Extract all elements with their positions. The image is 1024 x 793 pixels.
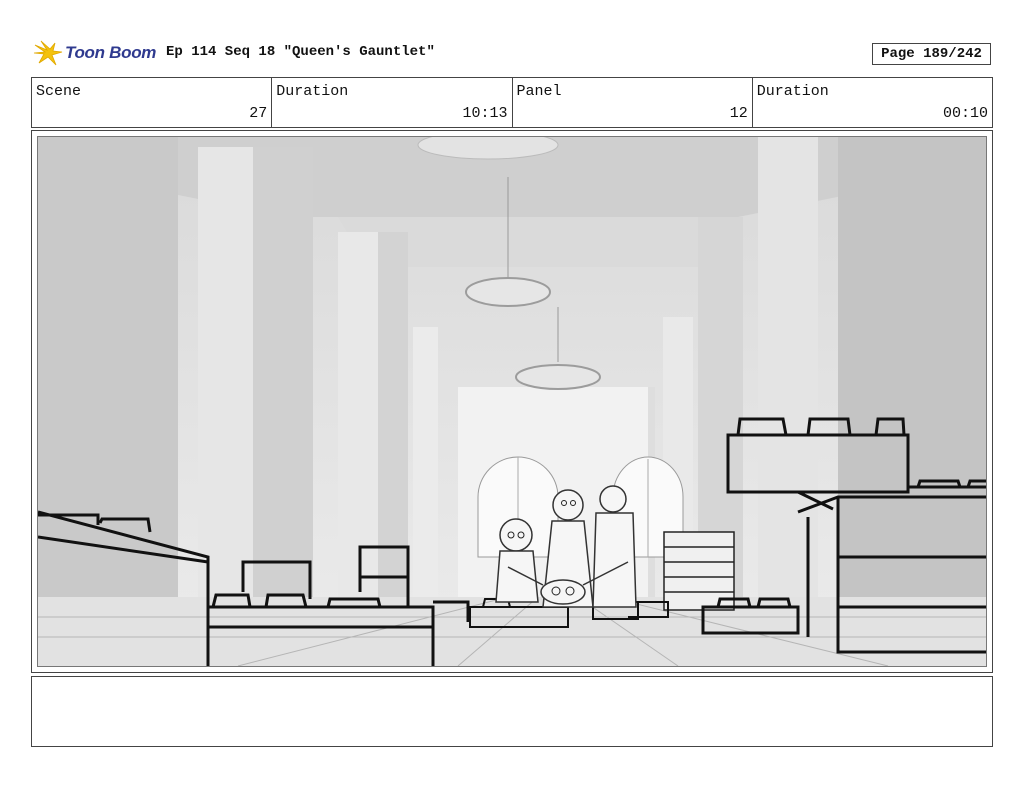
scene-duration-value: 10:13 (462, 105, 508, 122)
panel-label: Panel (516, 83, 562, 100)
panel-image (37, 136, 987, 667)
panel-duration-cell: Duration 00:10 (753, 78, 992, 127)
panel-notes (31, 676, 993, 747)
panel-duration-value: 00:10 (942, 105, 988, 122)
panel-value: 12 (729, 105, 748, 122)
scene-duration-label: Duration (276, 83, 349, 100)
info-row: Scene 27 Duration 10:13 Panel 12 Duratio… (31, 77, 993, 128)
panel-cell: Panel 12 (513, 78, 753, 127)
panel-frame (31, 130, 993, 673)
storyboard-sketch (38, 137, 986, 666)
scene-cell: Scene 27 (32, 78, 273, 127)
logo-text: Toon Boom (65, 43, 157, 62)
scene-value: 27 (249, 105, 268, 122)
scene-label: Scene (36, 83, 82, 100)
page-number: Page 189/242 (872, 43, 991, 65)
panel-duration-label: Duration (756, 83, 829, 100)
toon-boom-star-icon (33, 40, 63, 66)
episode-title: Ep 114 Seq 18 "Queen's Gauntlet" (166, 44, 435, 60)
toon-boom-logo: Toon Boom (33, 38, 161, 68)
scene-duration-cell: Duration 10:13 (272, 78, 513, 127)
